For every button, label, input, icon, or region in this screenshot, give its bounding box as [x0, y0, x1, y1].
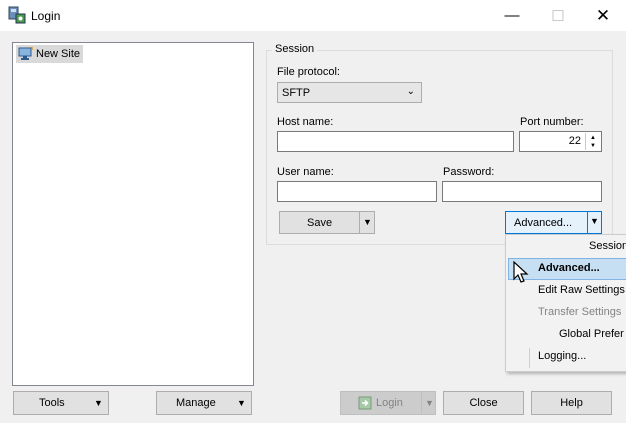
save-button[interactable]: Save ▼ — [279, 211, 375, 234]
minimize-icon: — — [504, 7, 520, 24]
tree-item-label: New Site — [36, 48, 81, 60]
user-name-input[interactable] — [277, 181, 437, 202]
host-name-label: Host name: — [277, 116, 334, 128]
spin-up-icon[interactable]: ▲ — [590, 134, 596, 142]
login-icon — [358, 396, 372, 410]
help-label: Help — [560, 397, 583, 409]
advanced-label: Advanced... — [514, 217, 573, 229]
maximize-icon: ☐ — [551, 7, 565, 25]
close-window-button[interactable]: ✕ — [580, 0, 626, 31]
mouse-cursor-icon — [513, 261, 529, 283]
dropdown-arrow-icon[interactable]: ▼ — [363, 217, 372, 227]
menu-item-session[interactable]: Session — [508, 236, 626, 258]
file-protocol-label: File protocol: — [277, 66, 340, 78]
split-divider — [587, 212, 588, 233]
spin-down-icon[interactable]: ▼ — [590, 142, 596, 150]
close-icon: ✕ — [595, 5, 611, 25]
menu-item-label: Transfer Settings — [538, 306, 622, 318]
menu-item-label: Session — [589, 240, 626, 252]
file-protocol-value: SFTP — [282, 86, 311, 99]
host-name-input[interactable] — [277, 131, 514, 152]
tools-label: Tools — [39, 397, 65, 409]
menu-item-label: Logging... — [538, 350, 587, 362]
chevron-down-icon: ⌄ — [406, 86, 415, 97]
advanced-button[interactable]: Advanced... ▼ — [505, 211, 602, 234]
dropdown-arrow-icon[interactable]: ▼ — [590, 216, 599, 226]
menu-item-global-preferences[interactable]: Global Prefer — [508, 324, 626, 346]
help-button[interactable]: Help — [531, 391, 612, 415]
manage-label: Manage — [176, 397, 216, 409]
save-label: Save — [307, 217, 333, 229]
site-tree[interactable]: New Site — [12, 42, 254, 386]
dropdown-arrow-icon: ▼ — [94, 398, 103, 408]
menu-item-label: Edit Raw Settings — [538, 284, 625, 296]
split-divider — [421, 392, 422, 414]
close-label: Close — [469, 397, 498, 409]
computer-icon — [18, 47, 33, 60]
user-name-label: User name: — [277, 166, 334, 178]
dropdown-arrow-icon: ▼ — [237, 398, 246, 408]
title-bar: Login — ☐ ✕ — [0, 0, 626, 31]
password-label: Password: — [443, 166, 495, 178]
port-number-input[interactable]: 22 ▲ ▼ — [519, 131, 602, 152]
split-divider — [359, 212, 360, 233]
port-spinner[interactable]: ▲ ▼ — [585, 133, 600, 150]
window-title: Login — [31, 9, 61, 23]
port-number-label: Port number: — [520, 116, 584, 128]
tools-button[interactable]: Tools ▼ — [13, 391, 109, 415]
file-protocol-select[interactable]: SFTP ⌄ — [277, 82, 422, 103]
port-number-value: 22 — [568, 135, 581, 147]
tree-item-new-site[interactable]: New Site — [16, 45, 84, 63]
dropdown-arrow-icon: ▼ — [425, 398, 434, 408]
menu-item-label: Advanced... — [538, 262, 600, 274]
close-button[interactable]: Close — [443, 391, 524, 415]
advanced-menu: Session Advanced... Edit Raw Settings Tr… — [505, 234, 626, 372]
login-button[interactable]: Login ▼ — [340, 391, 436, 415]
maximize-button[interactable]: ☐ — [535, 0, 581, 31]
menu-item-transfer-settings: Transfer Settings — [508, 302, 626, 324]
minimize-button[interactable]: — — [489, 0, 535, 31]
session-legend: Session — [272, 43, 318, 55]
password-input[interactable] — [442, 181, 602, 202]
menu-item-label: Global Prefer — [559, 328, 624, 340]
login-label: Login — [376, 397, 403, 409]
winscp-app-icon — [8, 6, 26, 24]
manage-button[interactable]: Manage ▼ — [156, 391, 252, 415]
menu-item-logging[interactable]: Logging... — [508, 346, 626, 368]
